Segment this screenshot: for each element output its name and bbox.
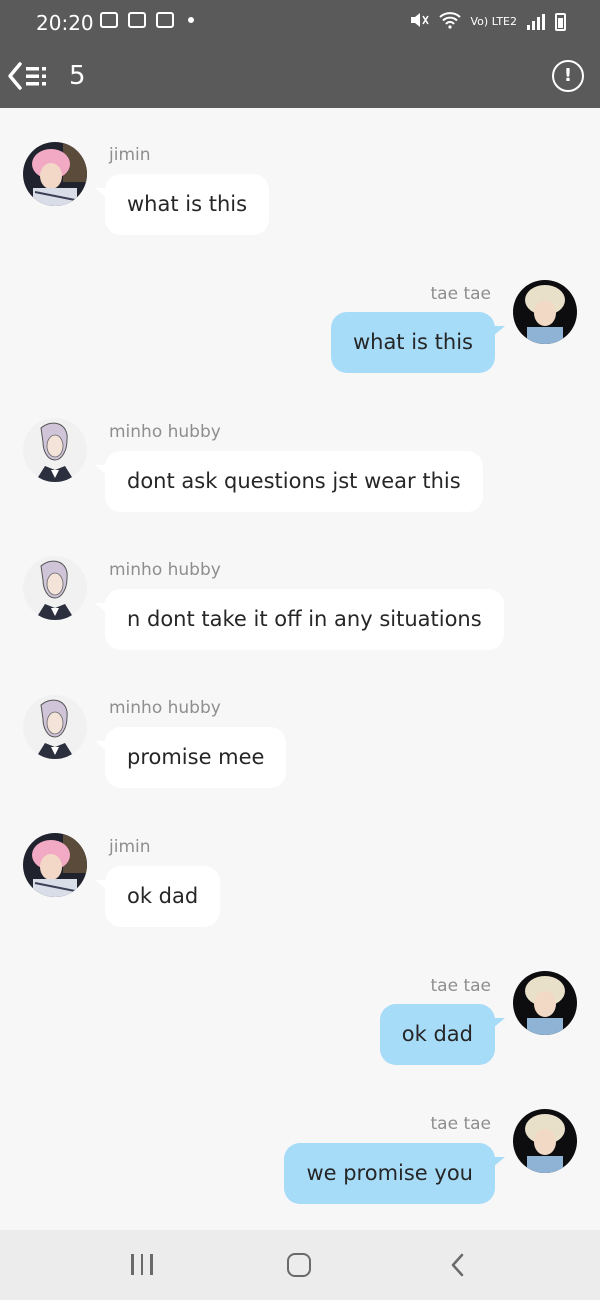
network-label: Vo) LTE2 [470, 15, 517, 28]
message-bubble[interactable]: dont ask questions jst wear this [105, 451, 483, 512]
message-bubble[interactable]: ok dad [105, 866, 221, 927]
message-bubble[interactable]: what is this [330, 312, 495, 373]
battery-icon [555, 12, 566, 31]
sender-name: minho hubby [109, 422, 221, 442]
sender-name: tae tae [430, 976, 492, 996]
message-bubble[interactable]: promise mee [105, 727, 287, 788]
sender-name: tae tae [430, 284, 492, 304]
avatar[interactable] [23, 695, 87, 759]
avatar[interactable] [23, 556, 87, 620]
status-time: 20:20 [36, 11, 94, 35]
mute-icon [409, 11, 429, 32]
avatar[interactable] [23, 833, 87, 897]
recents-button[interactable] [131, 1254, 153, 1275]
signal-icon [527, 13, 545, 30]
sender-name: jimin [109, 837, 151, 857]
system-icons: Vo) LTE2 [409, 11, 566, 32]
system-back-button[interactable] [447, 1253, 471, 1277]
home-button[interactable] [287, 1253, 311, 1277]
info-icon: ! [563, 65, 573, 86]
top-bar: 20:20 Vo) LTE2 5 ! [0, 0, 600, 108]
avatar[interactable] [513, 280, 577, 344]
avatar[interactable] [23, 142, 87, 206]
sender-name: tae tae [430, 1114, 492, 1134]
info-button[interactable]: ! [552, 60, 584, 92]
message-bubble[interactable]: ok dad [379, 1004, 495, 1065]
sender-name: jimin [109, 145, 151, 165]
avatar[interactable] [513, 1109, 577, 1173]
member-count[interactable]: 5 [69, 61, 86, 91]
chevron-left-icon [451, 1253, 464, 1277]
back-list-icon [8, 62, 46, 90]
status-bar: 20:20 Vo) LTE2 [0, 0, 600, 46]
notification-icons [100, 12, 194, 28]
more-notifications-icon [188, 17, 194, 23]
message-bubble[interactable]: n dont take it off in any situations [105, 589, 504, 650]
gallery-icon [100, 12, 118, 28]
avatar[interactable] [513, 971, 577, 1035]
message-bubble[interactable]: what is this [105, 174, 270, 235]
message-bubble[interactable]: we promise you [284, 1143, 495, 1204]
message-icon [156, 12, 174, 28]
wifi-icon [438, 11, 461, 32]
app-notification-icon [128, 12, 146, 28]
sender-name: minho hubby [109, 560, 221, 580]
back-menu-button[interactable] [6, 60, 52, 92]
app-bar: 5 ! [0, 46, 600, 108]
sender-name: minho hubby [109, 698, 221, 718]
avatar[interactable] [23, 418, 87, 482]
system-nav-bar [0, 1230, 600, 1300]
